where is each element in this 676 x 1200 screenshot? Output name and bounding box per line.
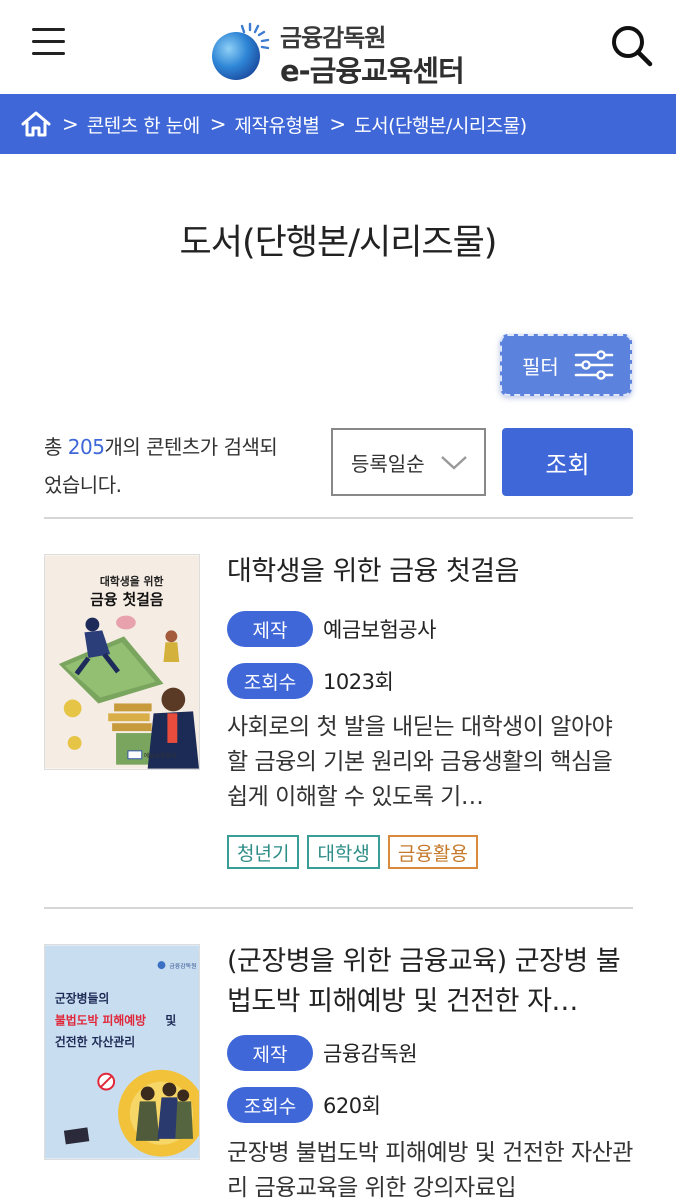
views-value: 620회	[323, 1094, 381, 1118]
sliders-icon	[574, 350, 614, 380]
tag-list: 청년기 대학생 금융활용	[227, 835, 478, 869]
producer-row: 제작 금융감독원	[227, 1035, 418, 1071]
book-cover-thumbnail[interactable]: 금융감독원 군장병들의 불법도박 피해예방 및 건전한 자산관리	[44, 944, 200, 1160]
divider	[44, 517, 633, 519]
producer-badge: 제작	[227, 611, 313, 647]
globe-logo-icon	[212, 22, 270, 80]
cover-text-line1: 대학생을 위한	[100, 574, 164, 588]
cover-publisher: 금융감독원	[169, 962, 196, 970]
chevron-right-icon: >	[329, 112, 347, 136]
views-badge: 조회수	[227, 663, 313, 699]
hamburger-menu-icon[interactable]	[32, 28, 66, 60]
page-title: 도서(단행본/시리즈물)	[179, 223, 498, 263]
producer-value: 금융감독원	[323, 1042, 418, 1066]
result-prefix: 총	[44, 435, 68, 459]
producer-value: 예금보험공사	[323, 618, 436, 642]
result-suffix-1: 개의 콘텐츠가 검색되	[104, 435, 278, 459]
result-count-text: 총 205개의 콘텐츠가 검색되었습니다.	[44, 428, 324, 504]
producer-badge: 제작	[227, 1035, 313, 1071]
cover-text-line1: 군장병들의	[55, 992, 109, 1006]
tag-university-student[interactable]: 대학생	[307, 835, 380, 869]
sort-selected-value: 등록일순	[351, 451, 425, 476]
breadcrumb-item-type[interactable]: 제작유형별	[235, 111, 320, 138]
chevron-right-icon: >	[209, 112, 227, 136]
breadcrumb-item-contents[interactable]: 콘텐츠 한 눈에	[87, 111, 200, 138]
result-suffix-2: 었습니다.	[44, 473, 122, 497]
search-submit-button[interactable]: 조회	[502, 428, 633, 496]
list-item[interactable]: 대학생을 위한 금융 첫걸음 예금보험공사 대학생을 위한 금융 첫걸음 제작 …	[44, 554, 633, 874]
views-badge: 조회수	[227, 1087, 313, 1123]
tag-finance-use[interactable]: 금융활용	[387, 835, 478, 869]
views-row: 조회수 1023회	[227, 663, 394, 699]
tag-youth[interactable]: 청년기	[227, 835, 300, 869]
cover-text-line2: 불법도박 피해예방	[55, 1013, 146, 1027]
cover-text-line2b: 및	[165, 1013, 176, 1027]
site-title: e-금융교육센터	[280, 54, 465, 88]
result-count-number: 205	[67, 435, 105, 459]
producer-row: 제작 예금보험공사	[227, 611, 436, 647]
item-description: 군장병 불법도박 피해예방 및 건전한 자산관리 금융교육을 위한 강의자료입	[227, 1140, 633, 1200]
filter-label: 필터	[522, 354, 559, 379]
list-item[interactable]: 금융감독원 군장병들의 불법도박 피해예방 및 건전한 자산관리 (군장병을 위…	[44, 944, 633, 1200]
cover-text-line2: 금융 첫걸음	[90, 592, 164, 609]
views-row: 조회수 620회	[227, 1087, 381, 1123]
book-cover-thumbnail[interactable]: 대학생을 위한 금융 첫걸음 예금보험공사	[44, 554, 200, 770]
views-value: 1023회	[323, 670, 394, 694]
chevron-down-icon	[441, 456, 467, 470]
breadcrumb: > 콘텐츠 한 눈에 > 제작유형별 > 도서(단행본/시리즈물)	[0, 94, 676, 154]
app-header: 금융감독원 e-금융교육센터	[0, 0, 676, 92]
item-description: 사회로의 첫 발을 내딛는 대학생이 알아야 할 금융의 기본 원리와 금융생활…	[227, 714, 613, 810]
cover-publisher: 예금보험공사	[144, 752, 177, 760]
site-logo[interactable]: 금융감독원 e-금융교육센터	[210, 14, 480, 88]
divider	[44, 907, 633, 909]
cover-text-line3: 건전한 자산관리	[55, 1035, 135, 1049]
search-icon[interactable]	[608, 22, 654, 68]
sort-select[interactable]: 등록일순	[331, 428, 486, 496]
home-icon[interactable]	[20, 110, 52, 138]
item-title[interactable]: 대학생을 위한 금융 첫걸음	[227, 552, 633, 592]
item-title[interactable]: (군장병을 위한 금융교육) 군장병 불법도박 피해예방 및 건전한 자…	[227, 942, 633, 1022]
breadcrumb-item-books[interactable]: 도서(단행본/시리즈물)	[354, 111, 527, 138]
chevron-right-icon: >	[62, 112, 79, 136]
filter-button[interactable]: 필터	[500, 334, 632, 396]
